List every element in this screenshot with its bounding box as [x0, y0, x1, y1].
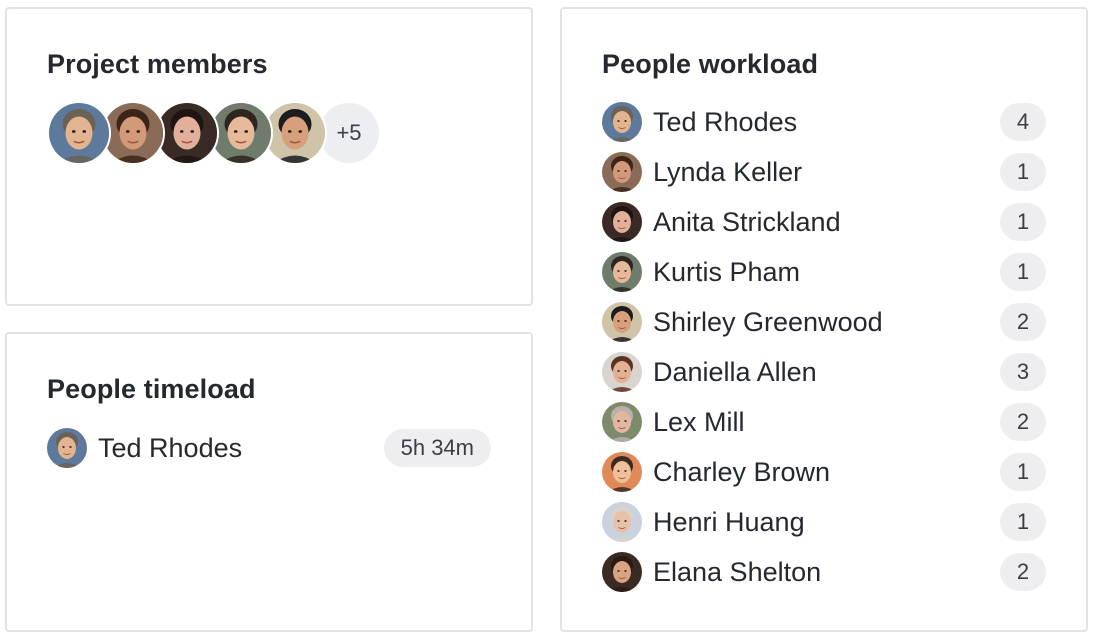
task-count-badge: 3 [1000, 353, 1046, 391]
workload-row[interactable]: Henri Huang 1 [602, 502, 1046, 542]
task-count-badge: 1 [1000, 503, 1046, 541]
workload-row[interactable]: Kurtis Pham 1 [602, 252, 1046, 292]
workload-row[interactable]: Charley Brown 1 [602, 452, 1046, 492]
person-name: Henri Huang [653, 506, 805, 537]
avatar [602, 352, 642, 392]
avatar [602, 202, 642, 242]
workload-row[interactable]: Lynda Keller 1 [602, 152, 1046, 192]
task-count-badge: 1 [1000, 453, 1046, 491]
workload-row[interactable]: Anita Strickland 1 [602, 202, 1046, 242]
person-name: Lynda Keller [653, 156, 803, 187]
avatar [602, 502, 642, 542]
timeload-row[interactable]: Ted Rhodes 5h 34m [47, 428, 491, 468]
workload-row[interactable]: Lex Mill 2 [602, 402, 1046, 442]
avatar [602, 152, 642, 192]
people-timeload-title: People timeload [47, 374, 256, 404]
task-count-badge: 2 [1000, 553, 1046, 591]
avatar [602, 452, 642, 492]
avatar [602, 552, 642, 592]
workload-row[interactable]: Ted Rhodes 4 [602, 102, 1046, 142]
person-name: Ted Rhodes [98, 432, 243, 463]
person-name: Charley Brown [653, 456, 831, 487]
person-name: Ted Rhodes [653, 106, 798, 137]
person-name: Lex Mill [653, 406, 745, 437]
avatar [602, 402, 642, 442]
workload-row[interactable]: Daniella Allen 3 [602, 352, 1046, 392]
people-timeload-card: People timeload Ted Rhodes 5h 34m [5, 332, 533, 632]
workload-row[interactable]: Shirley Greenwood 2 [602, 302, 1046, 342]
time-badge: 5h 34m [383, 429, 491, 467]
person-name: Daniella Allen [653, 356, 817, 387]
avatar-ted-rhodes-icon[interactable] [47, 101, 111, 165]
people-workload-card: People workload Ted Rhodes 4 Lynda Keller 1… [560, 7, 1088, 632]
task-count-badge: 1 [1000, 253, 1046, 291]
person-name: Elana Shelton [653, 556, 822, 587]
avatar [602, 252, 642, 292]
task-count-badge: 1 [1000, 203, 1046, 241]
people-workload-title: People workload [602, 49, 819, 79]
person-name: Shirley Greenwood [653, 306, 883, 337]
task-count-badge: 4 [1000, 103, 1046, 141]
task-count-badge: 1 [1000, 153, 1046, 191]
workload-row[interactable]: Elana Shelton 2 [602, 552, 1046, 592]
task-count-badge: 2 [1000, 303, 1046, 341]
project-members-card: Project members +5 [5, 7, 533, 306]
avatar [602, 302, 642, 342]
person-name: Anita Strickland [653, 206, 841, 237]
avatar [602, 102, 642, 142]
task-count-badge: 2 [1000, 403, 1046, 441]
project-members-title: Project members [47, 49, 268, 79]
person-name: Kurtis Pham [653, 256, 801, 287]
avatar [47, 428, 87, 468]
